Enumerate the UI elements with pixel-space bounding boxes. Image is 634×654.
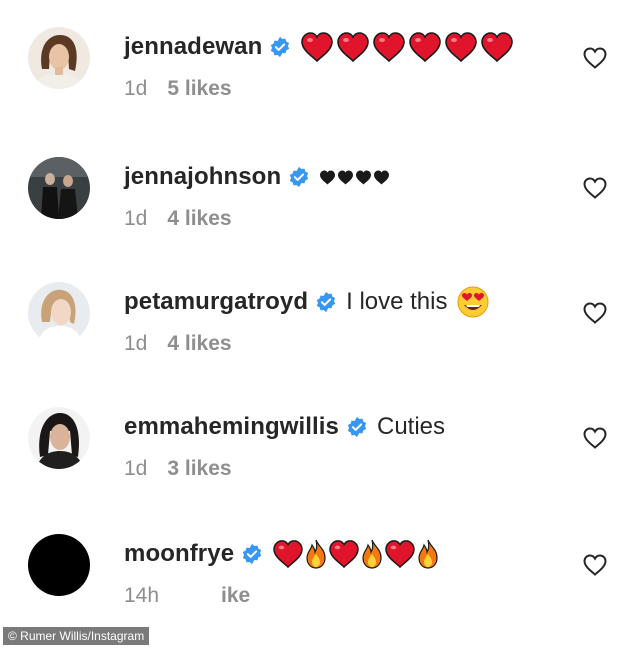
username[interactable]: petamurgatroyd	[124, 288, 308, 316]
avatar[interactable]	[28, 282, 90, 344]
comment-emojis	[300, 32, 514, 62]
verified-badge-icon	[241, 543, 263, 565]
username[interactable]: jennadewan	[124, 33, 262, 61]
comment-item: emmahemingwillis Cuties 1d 3 likes	[0, 407, 634, 527]
comments-panel: jennadewan 1d 5 likes jennajohnson 1d 4 …	[0, 0, 634, 645]
comment-text: Cuties	[377, 413, 446, 440]
heart-outline-icon[interactable]	[582, 425, 608, 451]
username[interactable]: moonfrye	[124, 540, 234, 568]
red-heart-icon	[372, 32, 406, 62]
likes-count[interactable]: ike	[221, 584, 250, 608]
likes-count[interactable]: 4 likes	[167, 332, 231, 356]
fire-icon	[304, 539, 328, 569]
comment-time[interactable]: 1d	[124, 457, 147, 481]
black-heart-icon	[319, 170, 336, 185]
heart-outline-icon[interactable]	[582, 175, 608, 201]
heart-outline-icon[interactable]	[582, 300, 608, 326]
comment-emojis	[319, 170, 390, 185]
heart-eyes-face-icon	[457, 286, 489, 318]
comment-item: petamurgatroyd I love this 1d 4 likes	[0, 282, 634, 402]
red-heart-icon	[480, 32, 514, 62]
verified-badge-icon	[315, 291, 337, 313]
comment-emojis	[272, 539, 440, 569]
avatar[interactable]	[28, 157, 90, 219]
heart-outline-icon[interactable]	[582, 552, 608, 578]
red-heart-icon	[300, 32, 334, 62]
red-heart-icon	[336, 32, 370, 62]
verified-badge-icon	[269, 36, 291, 58]
username[interactable]: jennajohnson	[124, 163, 281, 191]
comment-item: jennajohnson 1d 4 likes	[0, 157, 634, 277]
comment-time[interactable]: 1d	[124, 207, 147, 231]
likes-count[interactable]: 3 likes	[167, 457, 231, 481]
black-heart-icon	[337, 170, 354, 185]
heart-outline-icon[interactable]	[582, 45, 608, 71]
username[interactable]: emmahemingwillis	[124, 413, 339, 441]
comment-text: I love this	[346, 288, 448, 315]
red-heart-icon	[384, 540, 416, 568]
fire-icon	[416, 539, 440, 569]
red-heart-icon	[328, 540, 360, 568]
red-heart-icon	[272, 540, 304, 568]
black-heart-icon	[355, 170, 372, 185]
image-credit: © Rumer Willis/Instagram	[3, 627, 150, 645]
comment-time[interactable]: 1d	[124, 77, 147, 101]
verified-badge-icon	[346, 416, 368, 438]
comment-time[interactable]: 1d	[124, 332, 147, 356]
red-heart-icon	[408, 32, 442, 62]
likes-count[interactable]: 4 likes	[167, 207, 231, 231]
avatar[interactable]	[28, 407, 90, 469]
fire-icon	[360, 539, 384, 569]
avatar[interactable]	[28, 534, 90, 596]
comment-emojis	[457, 286, 489, 318]
likes-count[interactable]: 5 likes	[167, 77, 231, 101]
comment-item: jennadewan 1d 5 likes	[0, 27, 634, 147]
comment-time[interactable]: 14h	[124, 584, 159, 608]
red-heart-icon	[444, 32, 478, 62]
black-heart-icon	[373, 170, 390, 185]
avatar[interactable]	[28, 27, 90, 89]
verified-badge-icon	[288, 166, 310, 188]
